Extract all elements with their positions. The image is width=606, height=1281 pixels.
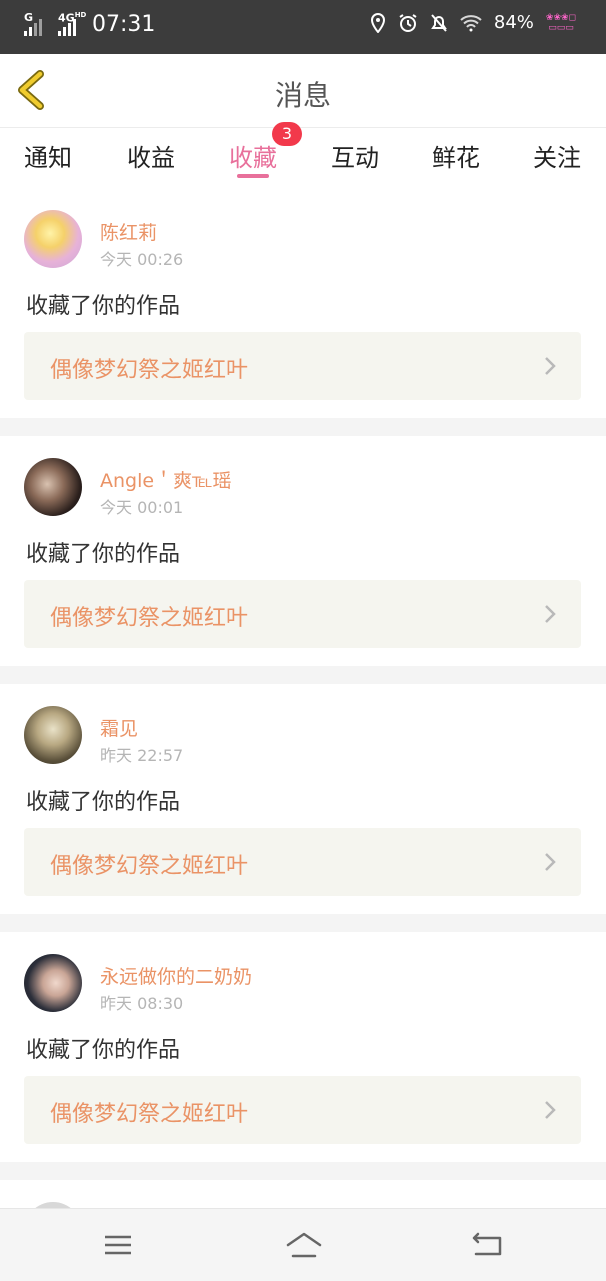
message-text: 收藏了你的作品: [26, 542, 181, 567]
list-item: 霜见 昨天 22:57 收藏了你的作品 偶像梦幻祭之姬红叶: [0, 684, 606, 914]
divider: [0, 418, 606, 436]
tab-follow[interactable]: 关注: [533, 138, 581, 173]
clock: 07:31: [92, 12, 156, 37]
wifi-icon: [460, 14, 482, 31]
favorites-badge: 3: [272, 122, 302, 146]
list-item: 永远做你的二奶奶 昨天 08:30 收藏了你的作品 偶像梦幻祭之姬红叶: [0, 932, 606, 1162]
home-icon[interactable]: [284, 1229, 324, 1261]
message-time: 今天 00:26: [100, 250, 184, 269]
chevron-right-icon: [545, 853, 556, 871]
network-label-1: G: [24, 10, 34, 24]
message-time: 今天 00:01: [100, 498, 184, 517]
user-name[interactable]: 霜见: [100, 714, 138, 741]
message-time: 昨天 22:57: [100, 746, 184, 765]
page-title: 消息: [274, 79, 331, 112]
tab-favorites[interactable]: 收藏: [229, 138, 277, 173]
divider: [0, 914, 606, 932]
list-item: 陈红莉 今天 00:26 收藏了你的作品 偶像梦幻祭之姬红叶: [0, 188, 606, 418]
tab-interact[interactable]: 互动: [331, 138, 379, 173]
avatar[interactable]: [24, 954, 82, 1012]
status-bar: G 4GHD 07:31 84% ❀❀❀◻ ▭▭▭: [0, 0, 606, 54]
message-time: 昨天 08:30: [100, 994, 184, 1013]
message-text: 收藏了你的作品: [26, 1038, 181, 1063]
list-item: Angle＇爽℡瑶 今天 00:01 收藏了你的作品 偶像梦幻祭之姬红叶: [0, 436, 606, 666]
message-list: 陈红莉 今天 00:26 收藏了你的作品 偶像梦幻祭之姬红叶 Angle＇爽℡瑶…: [0, 188, 606, 1260]
message-text: 收藏了你的作品: [26, 294, 181, 319]
work-link[interactable]: 偶像梦幻祭之姬红叶: [24, 1076, 581, 1144]
avatar[interactable]: [24, 706, 82, 764]
tab-flowers[interactable]: 鲜花: [432, 138, 480, 173]
work-title: 偶像梦幻祭之姬红叶: [50, 606, 249, 631]
divider: [0, 1162, 606, 1180]
alarm-icon: [399, 13, 417, 32]
avatar[interactable]: [24, 210, 82, 268]
signal-icon: G: [24, 10, 42, 36]
chevron-right-icon: [545, 605, 556, 623]
chevron-right-icon: [545, 357, 556, 375]
tab-earnings[interactable]: 收益: [127, 138, 175, 173]
tab-notice[interactable]: 通知: [24, 138, 72, 173]
work-link[interactable]: 偶像梦幻祭之姬红叶: [24, 580, 581, 648]
message-text: 收藏了你的作品: [26, 790, 181, 815]
chevron-right-icon: [545, 1101, 556, 1119]
tab-bar: 通知 收益 收藏 3 互动 鲜花 关注: [0, 122, 606, 188]
menu-icon[interactable]: [101, 1229, 135, 1261]
avatar[interactable]: [24, 458, 82, 516]
network-label-2: 4GHD: [58, 10, 87, 25]
work-title: 偶像梦幻祭之姬红叶: [50, 1102, 249, 1127]
header: 消息: [0, 54, 606, 128]
bell-off-icon: [431, 13, 447, 32]
work-link[interactable]: 偶像梦幻祭之姬红叶: [24, 332, 581, 400]
work-title: 偶像梦幻祭之姬红叶: [50, 854, 249, 879]
user-name[interactable]: 永远做你的二奶奶: [100, 962, 252, 989]
location-icon: [370, 12, 385, 33]
signal-icon-2: 4GHD: [58, 11, 86, 36]
work-title: 偶像梦幻祭之姬红叶: [50, 358, 249, 383]
battery-percent: 84%: [493, 12, 534, 33]
user-name[interactable]: Angle＇爽℡瑶: [100, 466, 231, 493]
active-tab-indicator: [237, 174, 269, 178]
divider: [0, 666, 606, 684]
back-icon[interactable]: [470, 1229, 504, 1261]
work-link[interactable]: 偶像梦幻祭之姬红叶: [24, 828, 581, 896]
sticker-icon: ❀❀❀◻ ▭▭▭: [545, 12, 576, 33]
user-name[interactable]: 陈红莉: [100, 218, 157, 245]
system-nav-bar: [0, 1208, 606, 1281]
